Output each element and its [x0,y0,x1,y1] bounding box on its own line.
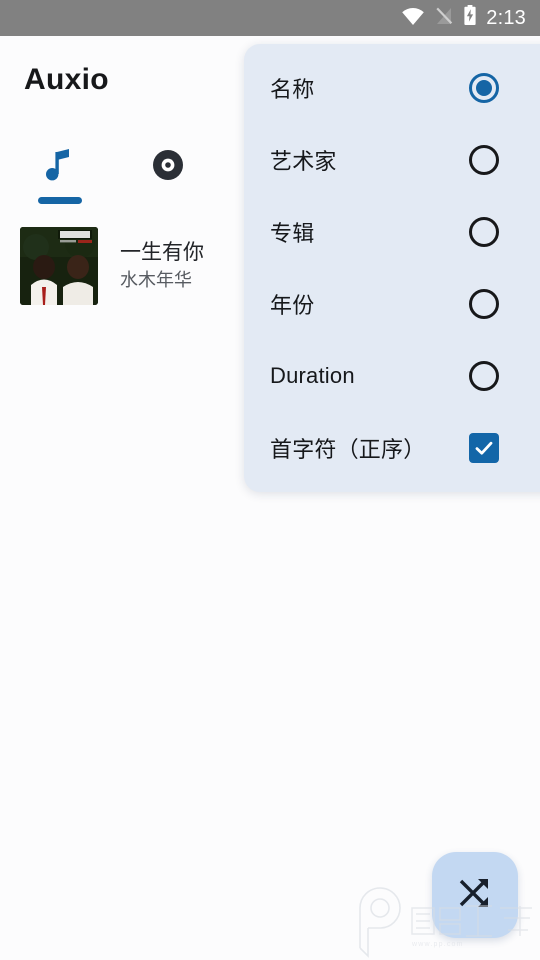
tab-albums[interactable] [114,140,222,208]
list-item[interactable]: 一生有你 水木年华 [0,222,244,310]
disc-icon [151,148,185,187]
menu-item-label: 年份 [270,293,315,318]
menu-item-album[interactable]: 专辑 [244,196,540,268]
watermark-url: www.pp.com [411,941,464,948]
song-text: 一生有你 水木年华 [120,240,204,293]
tab-songs[interactable] [6,140,114,208]
menu-item-label: 专辑 [270,221,315,246]
menu-item-name[interactable]: 名称 [244,52,540,124]
song-title: 一生有你 [120,240,204,264]
check-icon [475,441,493,455]
radio-slot [462,361,540,391]
checkbox-slot [462,433,540,463]
shuffle-icon [455,873,495,918]
wifi-icon [401,6,425,31]
radio-slot [462,217,540,247]
radio-button-album[interactable] [469,217,499,247]
menu-item-label: 首字符（正序） [270,437,426,462]
status-time: 2:13 [486,6,526,29]
music-note-icon [43,148,77,193]
radio-button-year[interactable] [469,289,499,319]
menu-item-ascending[interactable]: 首字符（正序） [244,412,540,484]
status-bar: 2:13 [0,0,540,36]
radio-button-artist[interactable] [469,145,499,175]
menu-item-label: 名称 [270,77,315,102]
app-screen: 2:13 Auxio 一生有你 水木年华 名称 艺术家 专辑 年份 Durati… [0,0,540,960]
menu-item-label: 艺术家 [270,149,337,174]
menu-item-artist[interactable]: 艺术家 [244,124,540,196]
song-artist: 水木年华 [120,269,192,290]
album-art [20,227,98,305]
battery-charging-icon [463,5,477,31]
sort-menu: 名称 艺术家 专辑 年份 Duration 首字符（正序） [244,44,540,492]
radio-button-duration[interactable] [469,361,499,391]
menu-item-year[interactable]: 年份 [244,268,540,340]
tab-bar [0,140,244,208]
shuffle-fab[interactable] [432,852,518,938]
checkbox-ascending[interactable] [469,433,499,463]
radio-slot [462,145,540,175]
song-list: 一生有你 水木年华 [0,222,244,310]
radio-slot [462,289,540,319]
tab-indicator [38,197,82,204]
menu-item-duration[interactable]: Duration [244,340,540,412]
p-logo-icon [359,887,401,958]
menu-item-label: Duration [270,363,355,388]
radio-button-name[interactable] [469,73,499,103]
radio-slot [462,73,540,103]
page-title: Auxio [24,63,109,96]
signal-off-icon [434,6,454,31]
